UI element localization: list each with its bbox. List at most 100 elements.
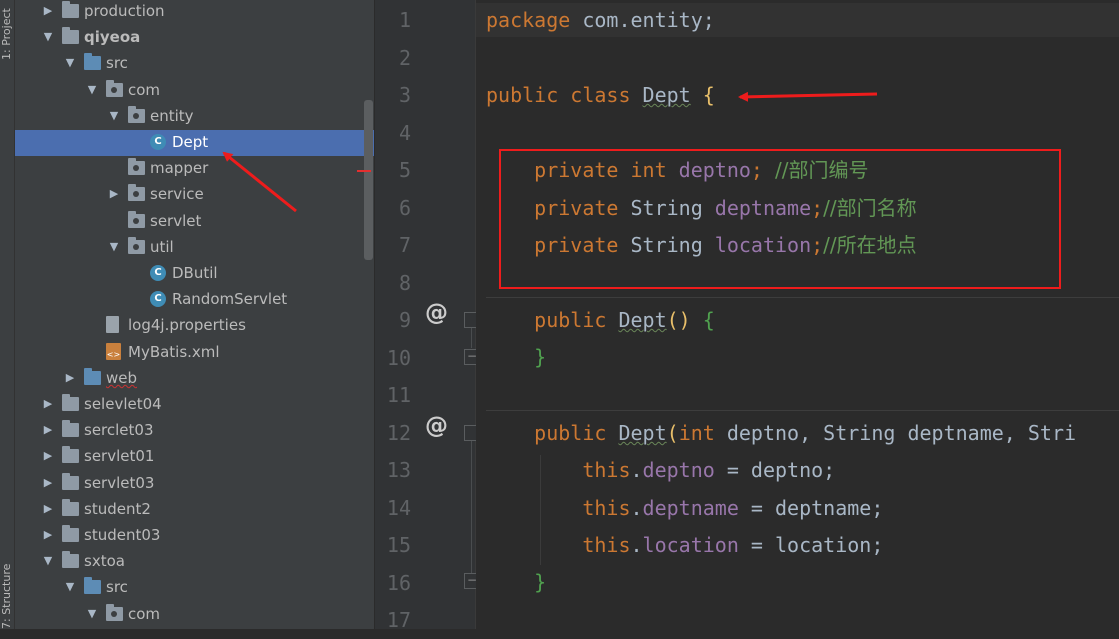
tree-item[interactable]: C Dept: [15, 130, 374, 156]
expand-arrow-icon[interactable]: ▼: [108, 104, 120, 128]
folder-icon: [62, 446, 79, 463]
line-number: 5: [398, 158, 411, 182]
tree-item[interactable]: ▶ serclet03: [15, 418, 374, 444]
collapse-arrow-icon[interactable]: ▶: [42, 418, 54, 442]
code-line-16: }: [534, 570, 547, 594]
method-separator: [486, 410, 1119, 411]
line-number: 7: [398, 233, 411, 257]
tree-item[interactable]: ▶ student03: [15, 523, 374, 549]
tree-item[interactable]: ▼ entity: [15, 104, 374, 130]
source-folder-icon: [84, 53, 101, 70]
tree-item-label: qiyeoa: [84, 28, 141, 46]
fold-guide: [471, 441, 472, 573]
tree-item[interactable]: ▼ com: [15, 602, 374, 628]
collapse-arrow-icon[interactable]: ▶: [42, 471, 54, 495]
code-line-1: package com.entity;: [486, 8, 715, 32]
tree-item[interactable]: ▶ student2: [15, 497, 374, 523]
tree-item-label: servlet03: [84, 474, 155, 492]
collapse-arrow-icon[interactable]: ▶: [108, 182, 120, 206]
project-tree: ▶ production ▼ qiyeoa ▼ src ▼ com ▼ entity C Dept ma…: [15, 0, 374, 629]
expand-arrow-icon[interactable]: ▼: [64, 51, 76, 75]
error-stripe-mark: [357, 170, 371, 172]
code-line-14: this.deptname = deptname;: [582, 496, 884, 520]
tree-item-label: web: [106, 369, 138, 387]
tree-item-label: com: [128, 605, 161, 623]
tree-item[interactable]: ▶ web: [15, 366, 374, 392]
override-marker-icon[interactable]: @: [425, 300, 448, 326]
tree-item-label: DButil: [172, 264, 218, 282]
line-number: 2: [398, 46, 411, 70]
expand-arrow-icon[interactable]: ▼: [86, 78, 98, 102]
line-number: 8: [398, 271, 411, 295]
tree-item-label: src: [106, 578, 128, 596]
tree-item[interactable]: C DButil: [15, 261, 374, 287]
tree-item[interactable]: ▶ service: [15, 182, 374, 208]
collapse-arrow-icon[interactable]: ▶: [42, 444, 54, 468]
code-line-13: this.deptno = deptno;: [582, 458, 836, 482]
project-tool-tab[interactable]: 1: Project: [0, 0, 14, 60]
tree-item[interactable]: ▼ sxtoa: [15, 549, 374, 575]
tree-scrollbar[interactable]: [364, 100, 373, 260]
expand-arrow-icon[interactable]: ▼: [42, 549, 54, 573]
tree-item-label: MyBatis.xml: [128, 343, 220, 361]
class-icon: C: [150, 134, 166, 150]
tree-item[interactable]: ▶ production: [15, 0, 374, 25]
tree-item-label: src: [106, 54, 128, 72]
tree-item[interactable]: ▼ com: [15, 78, 374, 104]
line-number: 10: [386, 346, 411, 370]
method-separator: [486, 297, 1119, 298]
properties-file-icon: [106, 316, 119, 333]
collapse-arrow-icon[interactable]: ▶: [42, 0, 54, 23]
expand-arrow-icon[interactable]: ▼: [42, 25, 54, 49]
tree-item[interactable]: ▼ src: [15, 51, 374, 77]
collapse-arrow-icon[interactable]: ▶: [42, 523, 54, 547]
annotation-highlight-box: [499, 149, 1061, 289]
structure-tool-tab[interactable]: 7: Structure: [0, 540, 14, 629]
line-number: 11: [386, 383, 411, 407]
line-number: 12: [386, 421, 411, 445]
collapse-arrow-icon[interactable]: ▶: [42, 392, 54, 416]
folder-icon: [62, 551, 79, 568]
expand-arrow-icon[interactable]: ▼: [86, 602, 98, 626]
override-marker-icon[interactable]: @: [425, 413, 448, 439]
package-icon: [128, 158, 145, 175]
tree-item[interactable]: ▶ servlet03: [15, 471, 374, 497]
package-icon: [128, 106, 145, 123]
package-icon: [128, 211, 145, 228]
folder-icon: [62, 525, 79, 542]
code-editor[interactable]: package com.entity; public class Dept { …: [476, 0, 1119, 629]
fold-guide: [471, 328, 472, 348]
tree-item[interactable]: servlet: [15, 209, 374, 235]
collapse-arrow-icon[interactable]: ▶: [64, 366, 76, 390]
code-line-12: public Dept(int deptno, String deptname,…: [534, 421, 1077, 445]
tree-item[interactable]: ▶ selevlet04: [15, 392, 374, 418]
module-folder-icon: [62, 27, 79, 44]
tree-item[interactable]: ▼ util: [15, 235, 374, 261]
tree-item-label: util: [150, 238, 174, 256]
tool-window-strip: 1: Project 7: Structure: [0, 0, 15, 629]
line-number: 14: [386, 496, 411, 520]
tree-item[interactable]: mapper: [15, 156, 374, 182]
tree-item-label: production: [84, 2, 165, 20]
line-number: 16: [386, 571, 411, 595]
expand-arrow-icon[interactable]: ▼: [64, 575, 76, 599]
tree-item[interactable]: log4j.properties: [15, 313, 374, 339]
tree-item-label: Dept: [172, 133, 209, 151]
tree-item[interactable]: ▶ servlet01: [15, 444, 374, 470]
tree-item[interactable]: ▼ qiyeoa: [15, 25, 374, 51]
folder-icon: [62, 1, 79, 18]
tree-item[interactable]: C RandomServlet: [15, 287, 374, 313]
collapse-arrow-icon[interactable]: ▶: [42, 497, 54, 521]
source-folder-icon: [84, 577, 101, 594]
code-line-10: }: [534, 345, 547, 369]
folder-icon: [62, 394, 79, 411]
class-icon: C: [150, 265, 166, 281]
expand-arrow-icon[interactable]: ▼: [108, 235, 120, 259]
package-icon: [128, 237, 145, 254]
tree-item[interactable]: ▼ src: [15, 575, 374, 601]
code-line-3: public class Dept {: [486, 83, 715, 107]
web-folder-icon: [84, 368, 101, 385]
tree-item-label: selevlet04: [84, 395, 162, 413]
tree-item[interactable]: <> MyBatis.xml: [15, 340, 374, 366]
tree-item-label: student2: [84, 500, 151, 518]
